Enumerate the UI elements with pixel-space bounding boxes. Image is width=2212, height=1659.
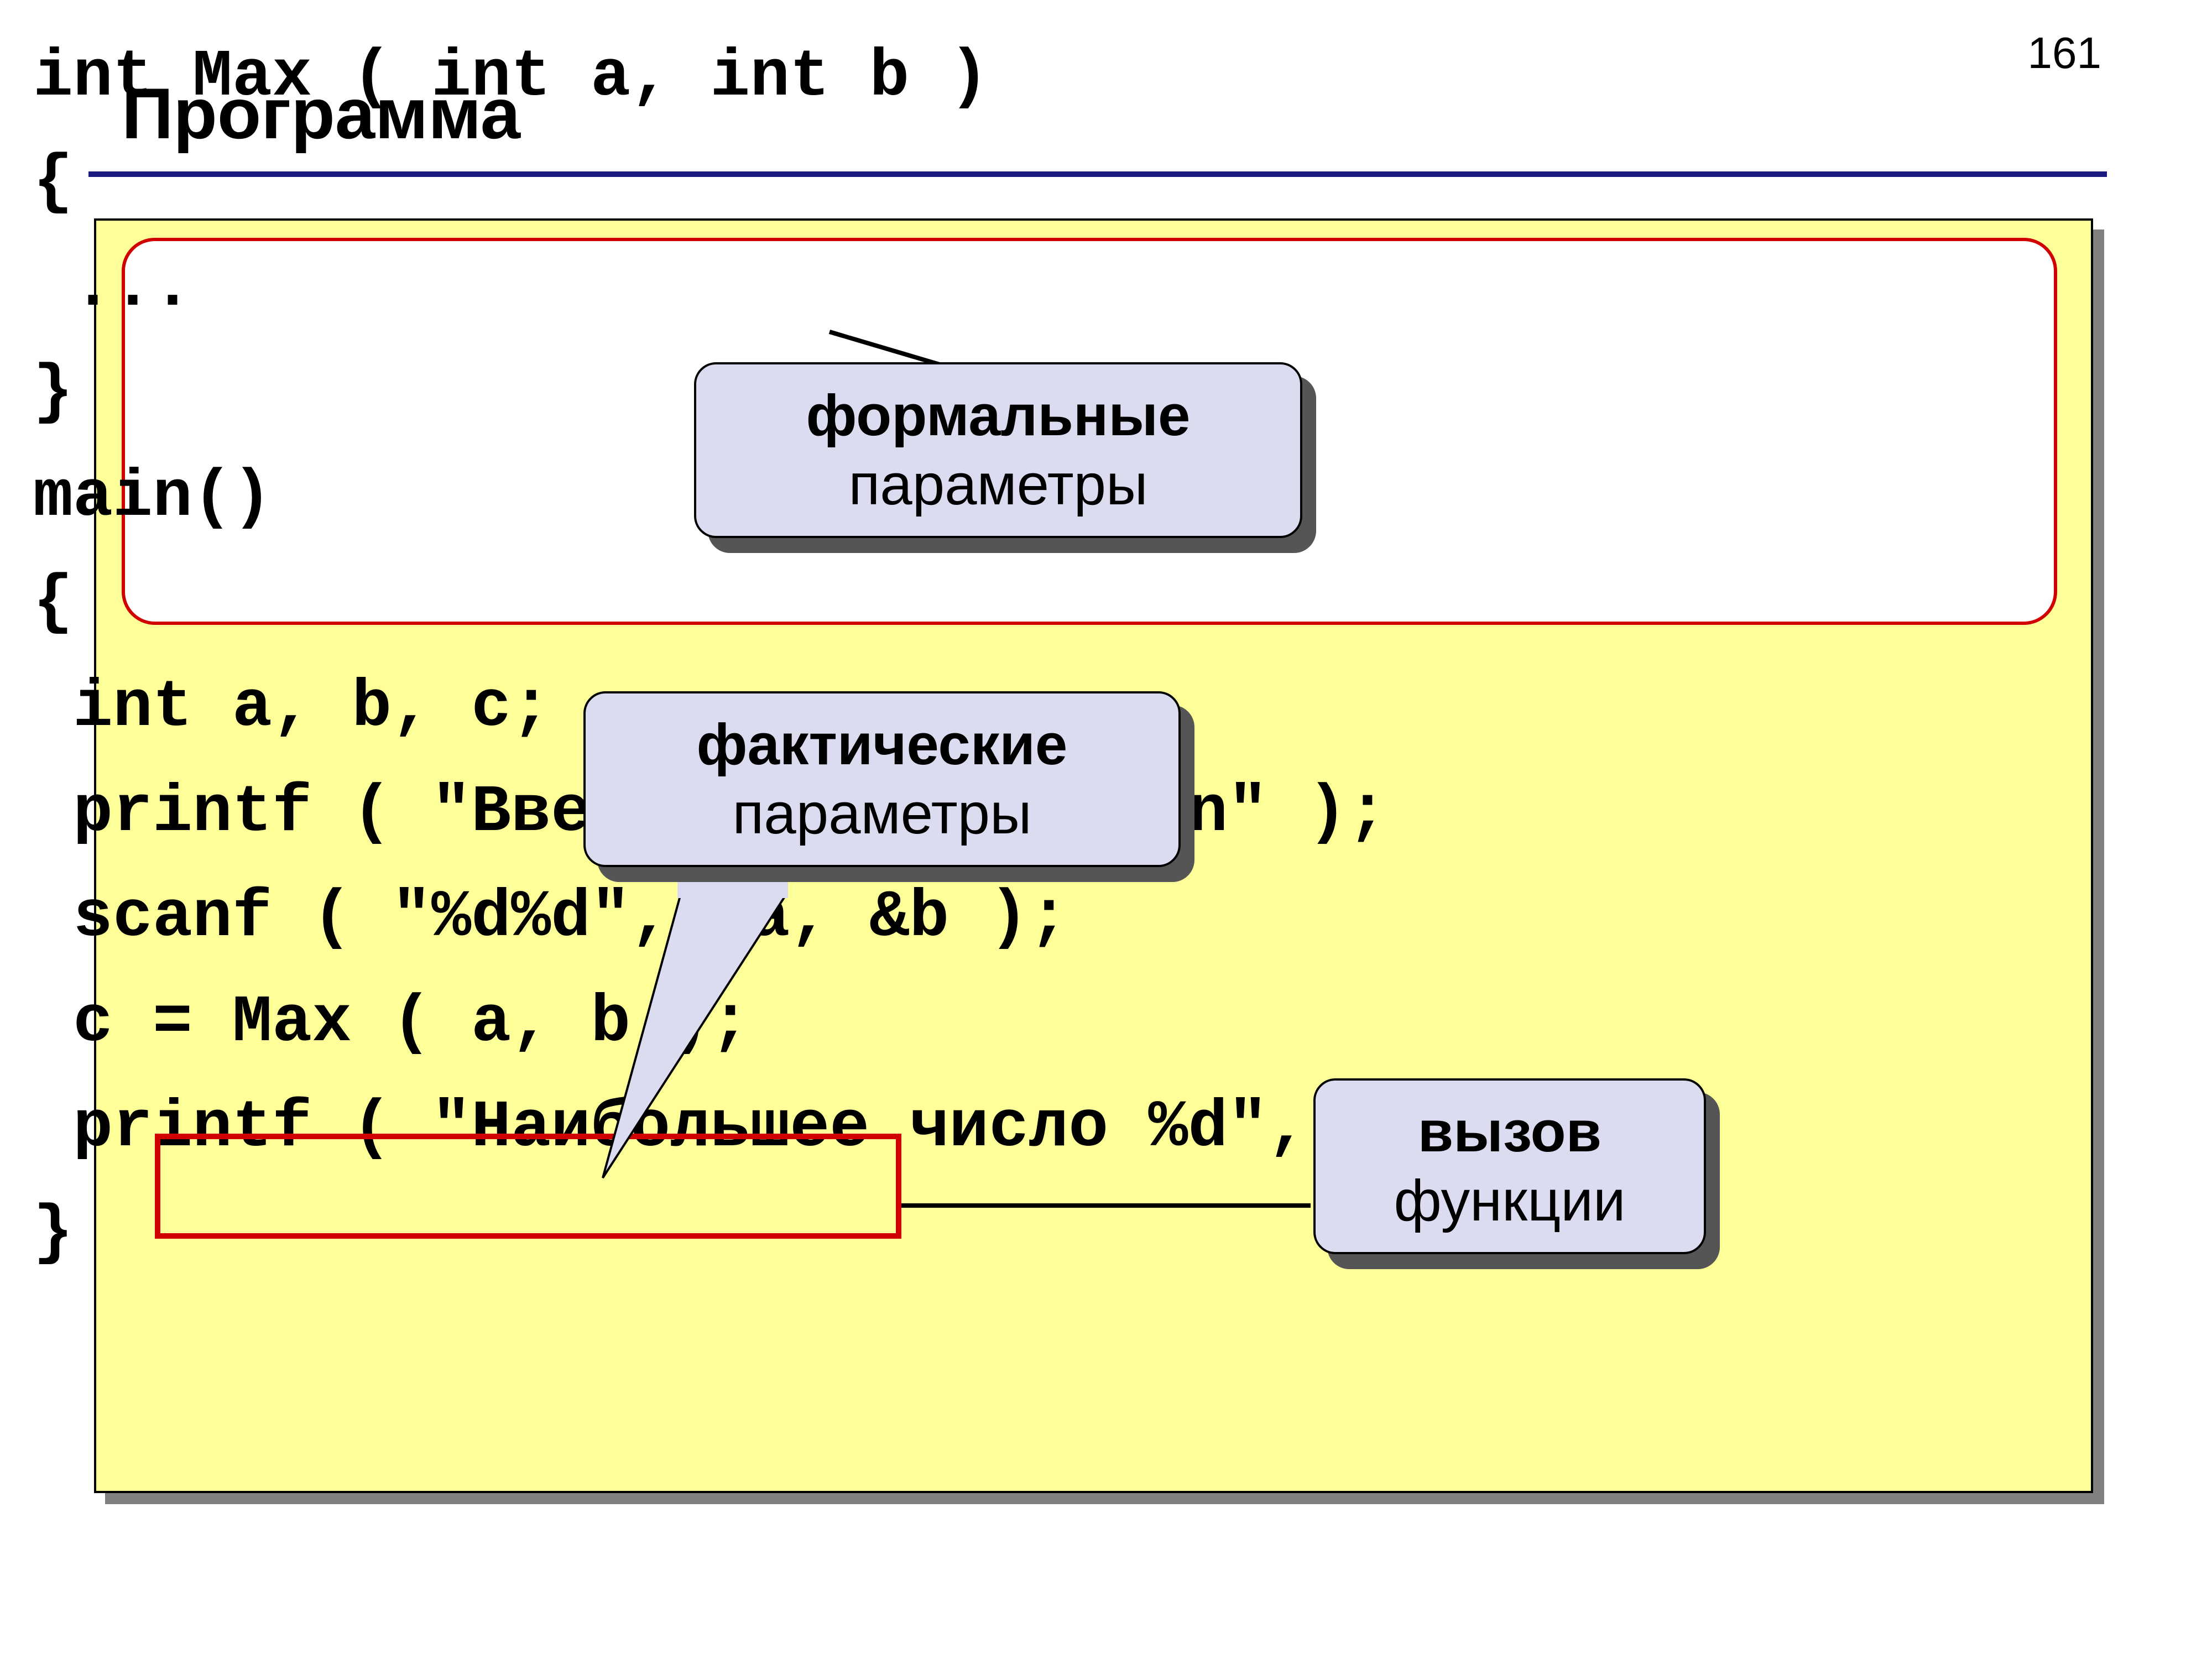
- code-line: main(): [33, 460, 272, 535]
- callout-function-call: вызов функции: [1313, 1078, 1706, 1254]
- code-line: {: [33, 145, 73, 220]
- callout-actual-params: фактические параметры: [583, 691, 1181, 867]
- code-line: }: [33, 355, 73, 430]
- callout-text: параметры: [848, 452, 1147, 517]
- code-line: }: [33, 1196, 73, 1271]
- code-line: ...: [33, 250, 192, 325]
- callout-text: параметры: [732, 781, 1031, 846]
- callout-bold: фактические: [697, 712, 1068, 777]
- code-line: c = Max ( a, b );: [33, 985, 750, 1061]
- callout-bold: вызов: [1418, 1099, 1601, 1164]
- code-line: int a, b, c;: [33, 670, 551, 745]
- page-number: 161: [2028, 28, 2101, 79]
- code-line: {: [33, 565, 73, 640]
- code-line: int Max ( int a, int b ): [33, 40, 989, 115]
- code-line: scanf ( "%d%d", &a, &b );: [33, 880, 1068, 956]
- callout-bold: формальные: [806, 383, 1191, 448]
- function-call-highlight: [155, 1134, 901, 1239]
- code-text: int Max ( int a, int b ) { ... } main() …: [33, 25, 1506, 1286]
- callout-formal-params: формальные параметры: [694, 362, 1302, 538]
- callout-text: функции: [1394, 1168, 1625, 1233]
